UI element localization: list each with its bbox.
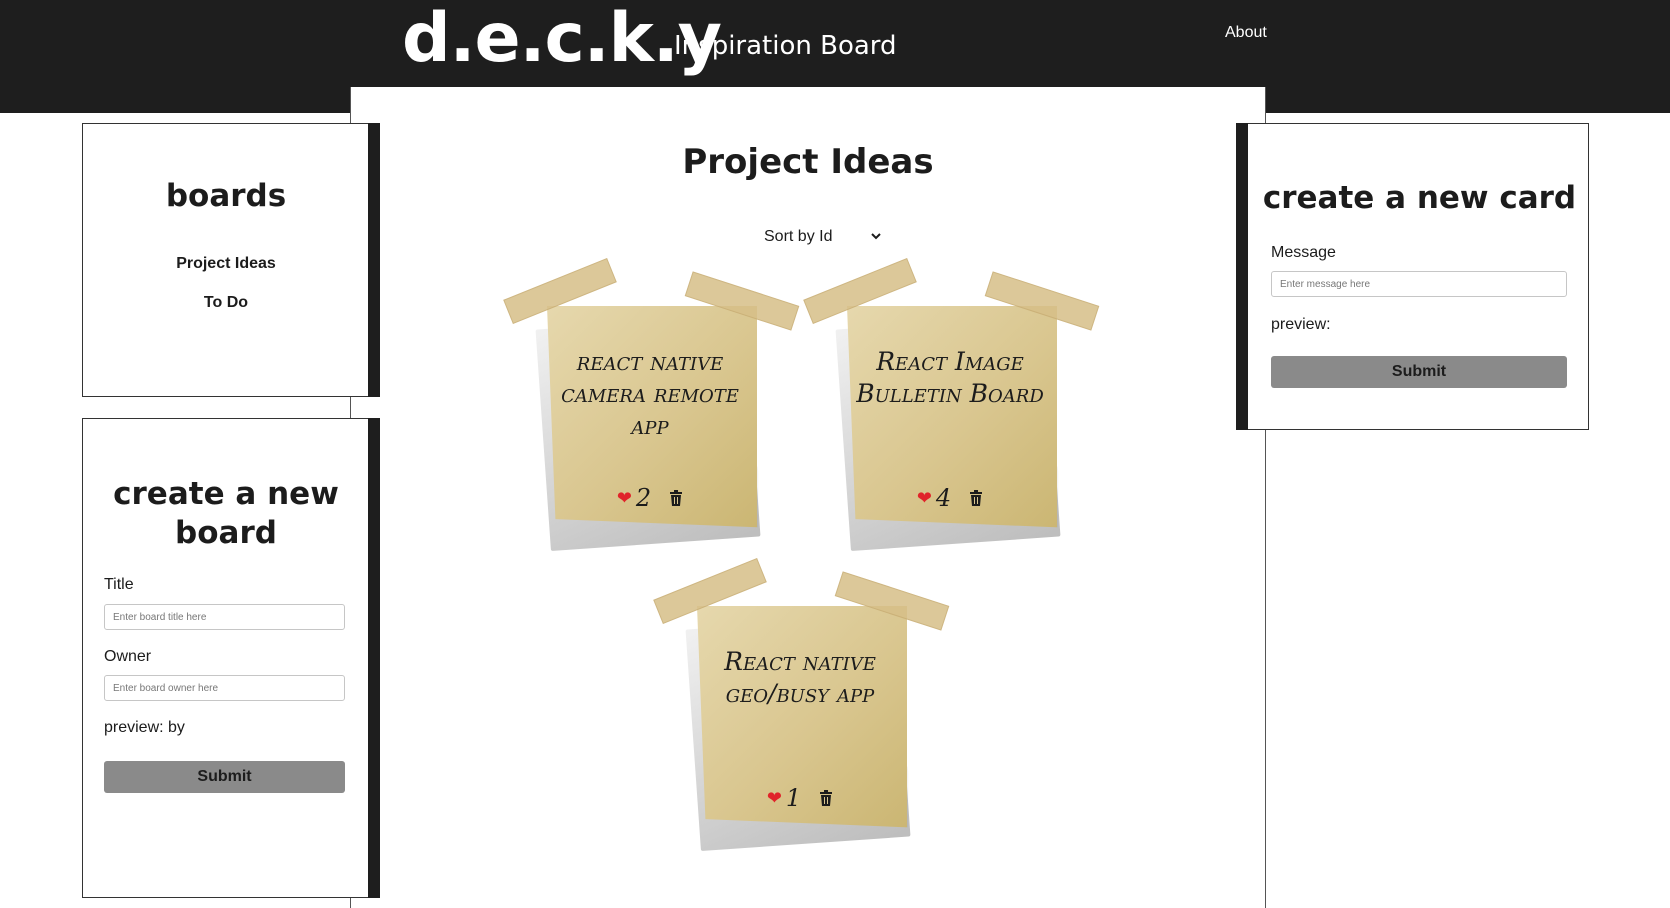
heart-icon[interactable]: ❤ bbox=[917, 488, 932, 509]
board-item-to-do[interactable]: To Do bbox=[83, 294, 369, 312]
board-title-label: Title bbox=[104, 576, 134, 593]
app-subtitle: Inspiration Board bbox=[674, 31, 897, 61]
note-card: React Image Bulletin Board ❤ 4 bbox=[803, 257, 1106, 562]
board-title-input[interactable] bbox=[104, 604, 345, 630]
card-footer: ❤ 2 bbox=[552, 484, 748, 512]
trash-icon[interactable] bbox=[969, 490, 983, 506]
note-card: React native geo/busy app ❤ 1 bbox=[653, 557, 956, 862]
trash-icon[interactable] bbox=[669, 490, 683, 506]
create-board-submit-button[interactable]: Submit bbox=[104, 761, 345, 793]
like-count: 1 bbox=[785, 784, 802, 812]
boards-panel: boards Project Ideas To Do bbox=[82, 123, 380, 397]
create-card-submit-button[interactable]: Submit bbox=[1271, 356, 1567, 388]
sort-select[interactable]: Sort by Id bbox=[760, 224, 884, 248]
panel-shadow bbox=[1236, 123, 1248, 430]
card-message-input[interactable] bbox=[1271, 271, 1567, 297]
board-preview: preview: by bbox=[104, 719, 185, 736]
page-title: Project Ideas bbox=[682, 142, 934, 182]
trash-icon[interactable] bbox=[819, 790, 833, 806]
heart-icon[interactable]: ❤ bbox=[767, 788, 782, 809]
card-message: react native camera remote app bbox=[561, 347, 739, 440]
like-count: 2 bbox=[635, 484, 652, 512]
heart-icon[interactable]: ❤ bbox=[617, 488, 632, 509]
new-board-heading: create a new board bbox=[113, 476, 339, 551]
panel-shadow bbox=[368, 418, 380, 898]
card-message: React native geo/busy app bbox=[724, 647, 876, 708]
about-link[interactable]: About bbox=[1225, 24, 1267, 42]
card-preview: preview: bbox=[1271, 316, 1331, 333]
note-card: react native camera remote app ❤ 2 bbox=[503, 257, 806, 562]
board-owner-label: Owner bbox=[104, 648, 152, 665]
like-count: 4 bbox=[935, 484, 952, 512]
card-footer: ❤ 1 bbox=[702, 784, 898, 812]
new-board-panel: create a new board Title Owner preview: … bbox=[82, 418, 380, 898]
card-message-label: Message bbox=[1271, 244, 1336, 261]
board-owner-input[interactable] bbox=[104, 675, 345, 701]
board-item-project-ideas[interactable]: Project Ideas bbox=[83, 255, 369, 273]
new-card-panel: create a new card Message preview: Submi… bbox=[1236, 123, 1589, 430]
card-message: React Image Bulletin Board bbox=[856, 347, 1044, 408]
card-footer: ❤ 4 bbox=[852, 484, 1048, 512]
boards-heading: boards bbox=[165, 178, 287, 214]
new-card-heading: create a new card bbox=[1262, 180, 1577, 216]
